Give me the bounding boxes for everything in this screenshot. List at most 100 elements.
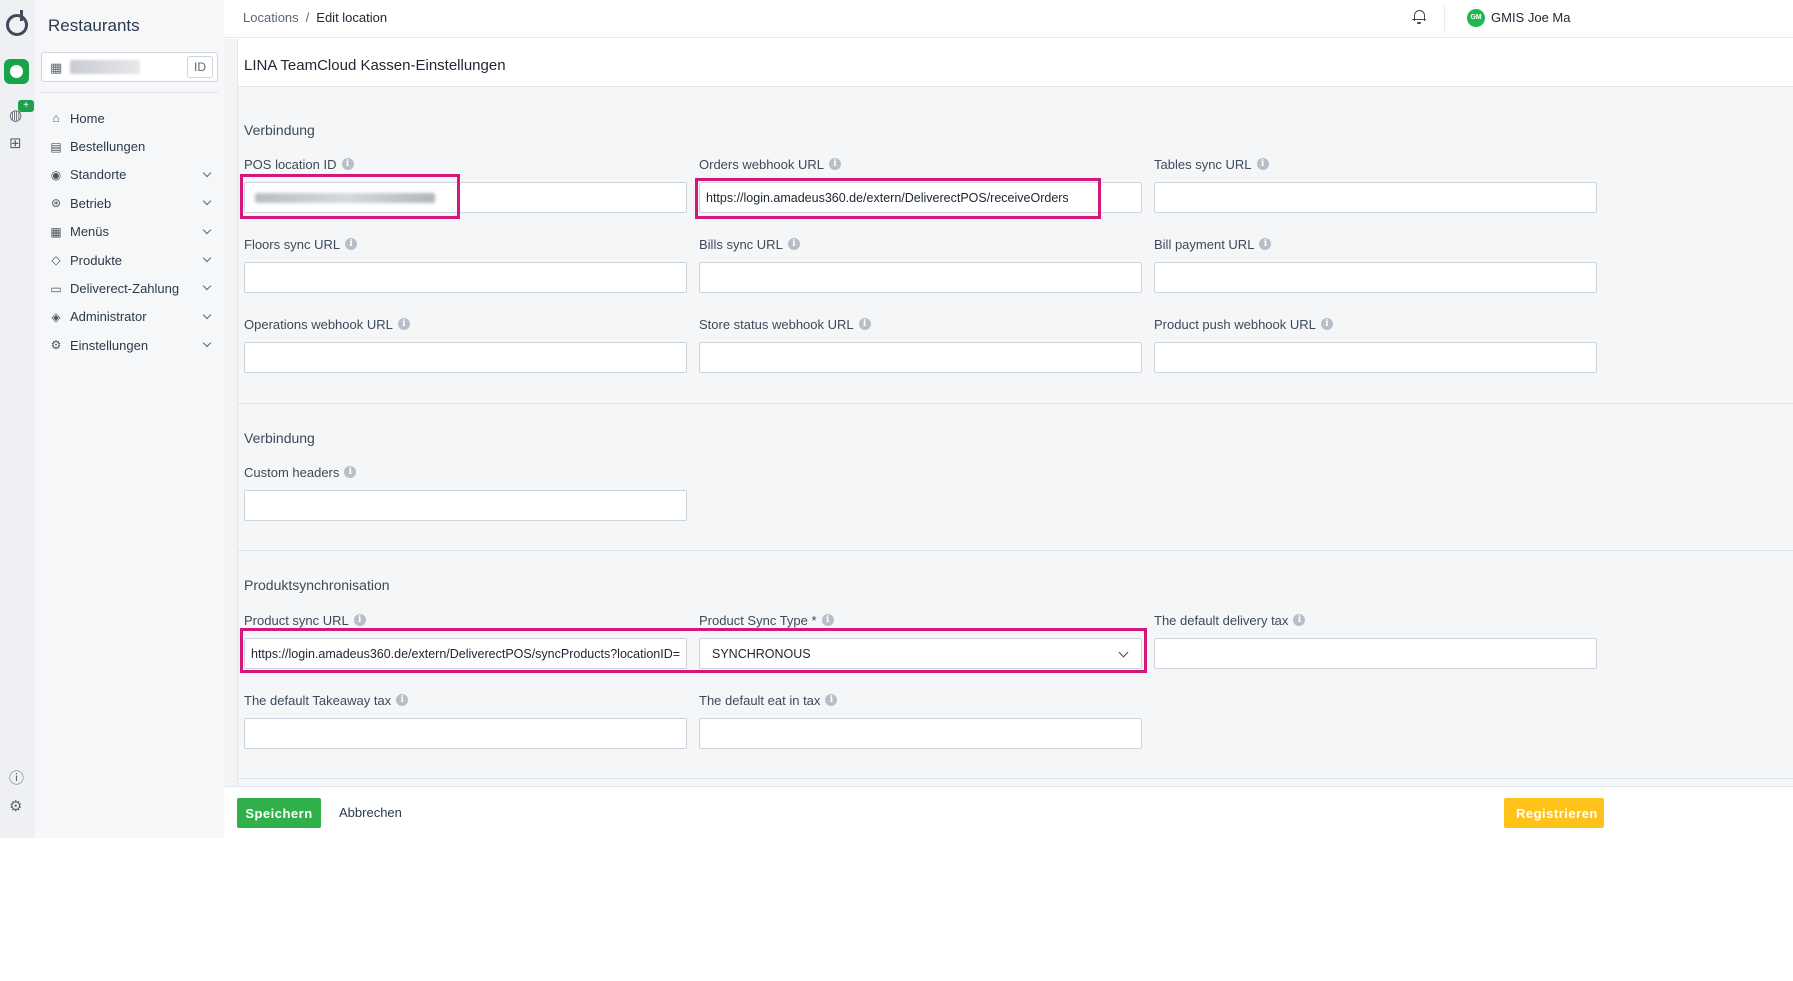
sidebar-item-administrator[interactable]: ◈ Administrator	[35, 303, 224, 331]
store-selector[interactable]: ▦ ID	[41, 52, 218, 82]
info-icon[interactable]: i	[1293, 614, 1306, 626]
sidebar-item-bestellungen[interactable]: ▤ Bestellungen	[35, 132, 224, 160]
sidebar-item-produkte[interactable]: ◇ Produkte	[35, 246, 224, 274]
store-status-webhook-url-input[interactable]	[699, 342, 1142, 373]
info-icon[interactable]: i	[341, 158, 354, 170]
save-button[interactable]: Speichern	[237, 798, 321, 828]
info-icon[interactable]: i	[345, 238, 358, 250]
deliverect-logo-icon[interactable]	[6, 10, 28, 36]
help-icon[interactable]: ⓘ	[9, 771, 24, 787]
info-icon[interactable]: i	[787, 238, 800, 250]
default-delivery-tax-input[interactable]	[1154, 638, 1597, 669]
menu-book-icon: ▦	[50, 224, 62, 239]
operations-icon: ⊛	[50, 196, 62, 211]
section-divider	[238, 778, 1793, 779]
register-button[interactable]: Registrieren	[1504, 798, 1604, 828]
field-tables-sync-url: Tables sync URL i	[1154, 156, 1597, 213]
tables-sync-url-label: Tables sync URL	[1154, 156, 1252, 172]
sidebar-item-standorte[interactable]: ◉ Standorte	[35, 161, 224, 189]
info-icon[interactable]: i	[825, 694, 838, 706]
apps-grid-icon[interactable]: ⊞	[9, 136, 22, 152]
default-delivery-tax-label: The default delivery tax	[1154, 612, 1289, 628]
breadcrumb-locations-link[interactable]: Locations	[243, 10, 299, 25]
orders-webhook-url-label: Orders webhook URL	[699, 156, 824, 172]
chevron-down-icon[interactable]	[202, 310, 212, 319]
bills-sync-url-label: Bills sync URL	[699, 236, 783, 252]
bill-payment-url-input[interactable]	[1154, 262, 1597, 293]
pos-location-id-input[interactable]	[244, 182, 687, 213]
field-product-sync-type: Product Sync Type * i SYNCHRONOUS	[699, 612, 1142, 669]
default-takeaway-tax-input[interactable]	[244, 718, 687, 749]
field-floors-sync-url: Floors sync URL i	[244, 236, 687, 293]
info-icon[interactable]: i	[821, 614, 834, 626]
sidebar-item-label: Deliverect-Zahlung	[70, 281, 180, 297]
chevron-down-icon	[1118, 647, 1129, 658]
store-status-webhook-url-label: Store status webhook URL	[699, 316, 854, 332]
tag-icon: ◇	[51, 253, 61, 268]
avatar[interactable]: GM	[1467, 9, 1485, 27]
pos-location-id-label: POS location ID	[244, 156, 337, 172]
field-orders-webhook-url: Orders webhook URL i https://login.amadeu…	[699, 156, 1142, 213]
info-icon[interactable]: i	[1320, 318, 1333, 330]
sidebar-nav: ⌂ Home ▤ Bestellungen ◉ Standorte ⊛ Betrieb ▦ Men…	[35, 104, 224, 360]
building-icon: ▦	[50, 60, 63, 75]
info-icon[interactable]: i	[397, 318, 410, 330]
location-pin-icon: ◉	[50, 167, 62, 182]
chevron-down-icon[interactable]	[202, 168, 212, 178]
store-id-button[interactable]: ID	[187, 56, 213, 78]
panel-header: LINA TeamCloud Kassen-Einstellungen	[238, 39, 1793, 87]
product-sync-type-label: Product Sync Type *	[699, 612, 817, 628]
info-icon[interactable]: i	[1259, 238, 1272, 250]
sidebar-item-einstellungen[interactable]: ⚙ Einstellungen	[35, 331, 224, 359]
chevron-down-icon[interactable]	[202, 196, 212, 206]
info-icon[interactable]: i	[858, 318, 871, 330]
default-eat-in-tax-input[interactable]	[699, 718, 1142, 749]
sidebar-title: Restaurants	[48, 16, 140, 35]
info-icon[interactable]: i	[829, 158, 841, 170]
product-sync-type-select[interactable]: SYNCHRONOUS	[699, 638, 1142, 669]
sidebar-item-betrieb[interactable]: ⊛ Betrieb	[35, 189, 224, 217]
default-takeaway-tax-label: The default Takeaway tax	[244, 692, 392, 708]
app-badge-icon[interactable]	[4, 59, 29, 84]
sidebar-item-label: Standorte	[70, 167, 127, 183]
custom-headers-input[interactable]	[244, 490, 687, 521]
section-title-connection: Verbindung	[244, 122, 315, 138]
info-icon[interactable]: i	[353, 614, 366, 626]
sidebar-item-label: Einstellungen	[70, 337, 149, 353]
panel-title: LINA TeamCloud Kassen-Einstellungen	[244, 57, 506, 74]
chevron-down-icon[interactable]	[202, 282, 212, 291]
chevron-down-icon[interactable]	[202, 253, 212, 263]
product-sync-url-input[interactable]: https://login.amadeus360.de/extern/Deliv…	[244, 638, 687, 669]
bills-sync-url-input[interactable]	[699, 262, 1142, 293]
info-icon[interactable]: i	[396, 694, 409, 706]
sidebar-item-label: Menüs	[70, 224, 110, 240]
tables-sync-url-input[interactable]	[1154, 182, 1597, 213]
section-divider	[238, 550, 1793, 551]
sidebar-divider	[41, 92, 218, 93]
sidebar-item-deliverect-zahlung[interactable]: ▭ Deliverect-Zahlung	[35, 274, 224, 302]
field-bill-payment-url: Bill payment URL i	[1154, 236, 1597, 293]
cancel-button[interactable]: Abbrechen	[339, 805, 402, 820]
field-product-sync-url: Product sync URL i https://login.amadeus3…	[244, 612, 687, 669]
sidebar-item-label: Bestellungen	[70, 139, 146, 155]
sidebar-item-men-s[interactable]: ▦ Menüs	[35, 218, 224, 246]
settings-gear-icon[interactable]: ⚙	[9, 799, 22, 815]
chevron-down-icon[interactable]	[202, 338, 212, 348]
product-sync-type-value: SYNCHRONOUS	[712, 647, 811, 661]
top-header: Locations / Edit location GM GMIS Joe Ma	[224, 0, 1793, 38]
floors-sync-url-input[interactable]	[244, 262, 687, 293]
breadcrumb: Locations / Edit location	[243, 10, 387, 25]
info-icon[interactable]: i	[344, 466, 357, 478]
info-icon[interactable]: i	[1256, 158, 1269, 170]
orders-webhook-url-input[interactable]: https://login.amadeus360.de/extern/Deliv…	[699, 182, 1142, 213]
user-name[interactable]: GMIS Joe Ma	[1491, 10, 1570, 25]
sidebar-item-label: Administrator	[70, 309, 147, 325]
sidebar-item-home[interactable]: ⌂ Home	[35, 104, 224, 132]
redacted-value	[255, 193, 435, 203]
floors-sync-url-label: Floors sync URL	[244, 236, 341, 252]
chevron-down-icon[interactable]	[202, 225, 212, 234]
operations-webhook-url-input[interactable]	[244, 342, 687, 373]
notification-bell-icon[interactable]	[1412, 10, 1426, 24]
section-title-product-sync: Produktsynchronisation	[244, 577, 390, 593]
product-push-webhook-url-input[interactable]	[1154, 342, 1597, 373]
